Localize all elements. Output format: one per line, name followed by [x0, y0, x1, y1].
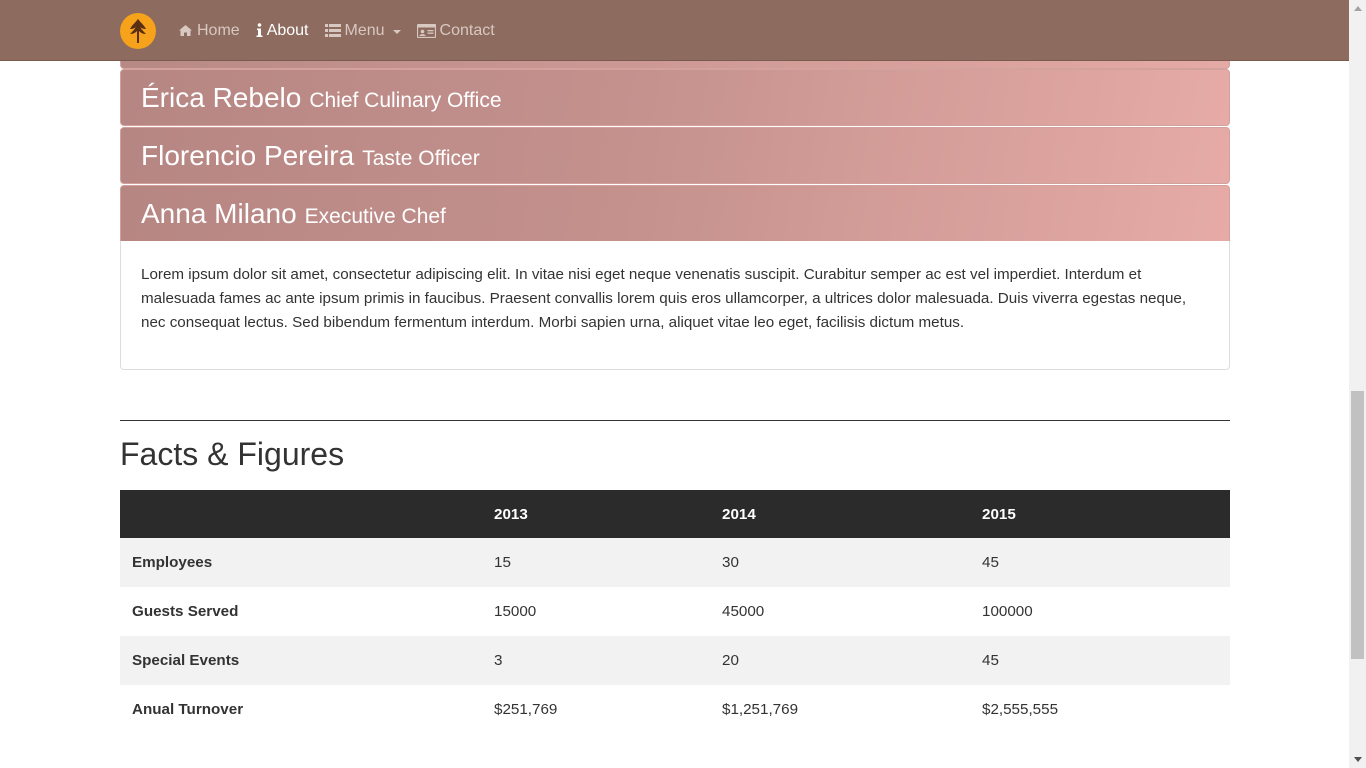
- team-panel-florencio[interactable]: Florencio Pereira Taste Officer: [120, 127, 1230, 184]
- table-row: Guests Served 15000 45000 100000: [120, 587, 1230, 636]
- team-panel-anna[interactable]: Anna Milano Executive Chef: [120, 185, 1230, 242]
- section-divider: [120, 420, 1230, 421]
- facts-table: 2013 2014 2015 Employees 15 30 45 Guests…: [120, 490, 1230, 734]
- table-cell: 15000: [494, 603, 537, 620]
- table-header-cell: [120, 490, 482, 538]
- table-cell: 45: [982, 652, 999, 669]
- team-member-name: Érica Rebelo: [141, 81, 302, 113]
- table-cell: $251,769: [494, 701, 558, 718]
- home-icon: [178, 24, 193, 37]
- team-member-role: Taste Officer: [362, 146, 480, 170]
- team-member-name: Anna Milano: [141, 197, 297, 229]
- table-row-label: Guests Served: [132, 603, 239, 620]
- table-row-label: Anual Turnover: [132, 701, 244, 718]
- table-cell: 20: [722, 652, 739, 669]
- team-member-role: Executive Chef: [304, 204, 446, 228]
- table-cell: $1,251,769: [722, 701, 799, 718]
- leaf-logo-icon[interactable]: [120, 13, 156, 49]
- info-icon: [256, 23, 263, 38]
- vertical-scrollbar[interactable]: [1349, 0, 1366, 768]
- page: Érica Rebelo Chief Culinary Office Flore…: [0, 0, 1349, 768]
- team-member-role: Chief Culinary Office: [309, 88, 502, 112]
- section-title: Facts & Figures: [120, 436, 345, 472]
- nav-label: Menu: [344, 21, 385, 39]
- table-cell: 30: [722, 554, 739, 571]
- table-row-label: Employees: [132, 554, 213, 571]
- table-cell: 3: [494, 652, 503, 669]
- nav-label: Contact: [439, 21, 495, 39]
- nav-label: Home: [197, 21, 240, 39]
- scroll-down-arrow-icon[interactable]: [1349, 751, 1366, 768]
- contact-card-icon: [416, 23, 436, 38]
- scroll-up-arrow-icon[interactable]: [1349, 0, 1366, 17]
- table-cell: 45: [982, 554, 999, 571]
- team-panel-text: Lorem ipsum dolor sit amet, consectetur …: [141, 266, 1187, 331]
- scrollbar-thumb[interactable]: [1351, 391, 1364, 659]
- main-nav: Home About Menu Contact: [178, 0, 511, 61]
- table-row-label: Special Events: [132, 652, 240, 669]
- nav-menu-dropdown[interactable]: Menu: [324, 21, 401, 40]
- table-cell: 45000: [722, 603, 765, 620]
- table-header-row: 2013 2014 2015: [120, 490, 1230, 538]
- table-header-cell: 2013: [494, 505, 528, 523]
- table-row: Anual Turnover $251,769 $1,251,769 $2,55…: [120, 685, 1230, 734]
- team-panel-erica[interactable]: Érica Rebelo Chief Culinary Office: [120, 69, 1230, 126]
- team-panel-body: Lorem ipsum dolor sit amet, consectetur …: [120, 241, 1230, 370]
- chevron-down-icon: [392, 29, 401, 34]
- table-header-cell: 2015: [982, 505, 1016, 523]
- table-row: Employees 15 30 45: [120, 538, 1230, 587]
- nav-about[interactable]: About: [256, 22, 309, 40]
- team-member-name: Florencio Pereira: [141, 139, 355, 171]
- list-icon: [324, 24, 341, 37]
- table-row: Special Events 3 20 45: [120, 636, 1230, 685]
- table-header-cell: 2014: [722, 505, 756, 523]
- nav-label: About: [266, 21, 309, 39]
- table-cell: 15: [494, 554, 511, 571]
- navbar: Home About Menu Contact: [0, 0, 1349, 61]
- nav-home[interactable]: Home: [178, 22, 240, 40]
- table-cell: $2,555,555: [982, 701, 1059, 718]
- table-cell: 100000: [982, 603, 1033, 620]
- nav-contact[interactable]: Contact: [416, 21, 495, 40]
